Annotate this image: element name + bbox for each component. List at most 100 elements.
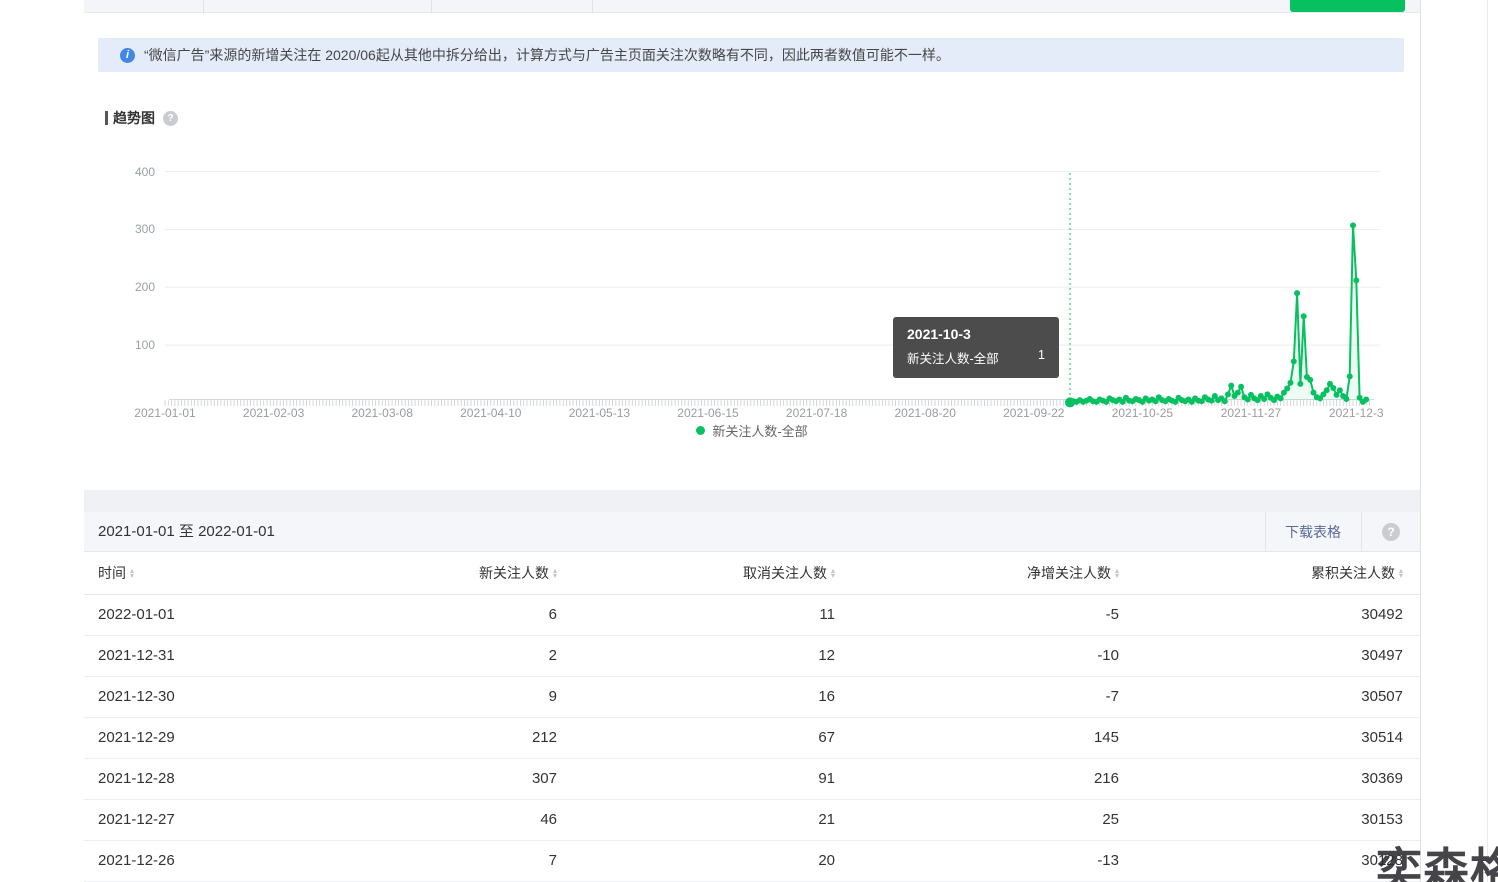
- column-sort-header[interactable]: 累积关注人数▴▾: [1311, 563, 1403, 583]
- x-axis-label: 2021-01-01: [123, 406, 207, 420]
- x-axis-label: 2021-12-30: [1318, 406, 1384, 420]
- legend-label: 新关注人数-全部: [712, 421, 807, 440]
- column-sort-header[interactable]: 时间▴▾: [98, 563, 134, 583]
- cell-value: 216: [835, 758, 1119, 799]
- cell-value: 20: [557, 840, 835, 881]
- right-panel-strip: [1420, 0, 1498, 882]
- cell-value: 30128: [1119, 840, 1420, 881]
- y-axis-label: 300: [84, 222, 155, 236]
- tooltip-series-label: 新关注人数-全部: [907, 348, 999, 367]
- cell-value: 9: [284, 676, 557, 717]
- x-axis-label: 2021-05-13: [557, 406, 641, 420]
- cell-date: 2022-01-01: [84, 594, 284, 635]
- sort-arrows-icon: ▴▾: [130, 568, 134, 578]
- table-row: 2021-12-292126714530514: [84, 717, 1420, 758]
- cell-date: 2021-12-30: [84, 676, 284, 717]
- x-axis-label: 2021-11-27: [1209, 406, 1293, 420]
- table-row: 2021-12-26720-1330128: [84, 840, 1420, 881]
- cell-value: 11: [557, 594, 835, 635]
- y-axis-label: 200: [84, 280, 155, 294]
- trend-chart-card: i “微信广告”来源的新增关注在 2020/06起从其他中拆分给出，计算方式与广…: [84, 13, 1420, 490]
- cell-value: -5: [835, 594, 1119, 635]
- cell-date: 2021-12-29: [84, 717, 284, 758]
- cell-date: 2021-12-26: [84, 840, 284, 881]
- y-axis-label: 100: [84, 338, 155, 352]
- table-row: 2021-12-283079121630369: [84, 758, 1420, 799]
- y-axis-label: 400: [84, 165, 155, 179]
- sort-arrows-icon: ▴▾: [1399, 568, 1403, 578]
- x-axis-label: 2021-10-25: [1100, 406, 1184, 420]
- cell-value: 16: [557, 676, 835, 717]
- x-axis-label: 2021-03-08: [340, 406, 424, 420]
- table-row: 2021-12-30916-730507: [84, 676, 1420, 717]
- chart-legend[interactable]: 新关注人数-全部: [84, 421, 1420, 440]
- cell-value: 30497: [1119, 635, 1420, 676]
- panel-divider: [1487, 0, 1488, 882]
- info-icon: i: [120, 48, 135, 63]
- cell-value: 12: [557, 635, 835, 676]
- x-axis-label: 2021-07-18: [775, 406, 859, 420]
- sort-arrows-icon: ▴▾: [553, 568, 557, 578]
- card-gap: [84, 490, 1420, 512]
- watermark-text: 奕森格: [1376, 834, 1498, 882]
- cell-value: -10: [835, 635, 1119, 676]
- cell-value: 307: [284, 758, 557, 799]
- cell-value: 25: [835, 799, 1119, 840]
- cell-value: 30153: [1119, 799, 1420, 840]
- cell-value: 2: [284, 635, 557, 676]
- chart-title: 趋势图: [113, 108, 155, 128]
- cell-value: 67: [557, 717, 835, 758]
- column-sort-header[interactable]: 净增关注人数▴▾: [1027, 563, 1119, 583]
- tooltip-value: 1: [1038, 348, 1045, 367]
- chart-tooltip: 2021-10-3 新关注人数-全部 1: [893, 317, 1059, 378]
- top-tab-bar: [84, 0, 1420, 13]
- cell-value: 30507: [1119, 676, 1420, 717]
- cell-date: 2021-12-27: [84, 799, 284, 840]
- trend-plot-area: 100 200 300 400 2021-01-01 2021-02-03 2021-03…: [84, 143, 1384, 433]
- cell-date: 2021-12-28: [84, 758, 284, 799]
- x-axis-label: 2021-02-03: [232, 406, 316, 420]
- cell-value: 30369: [1119, 758, 1420, 799]
- cell-value: 7: [284, 840, 557, 881]
- tooltip-date: 2021-10-3: [907, 326, 1045, 342]
- cell-value: -7: [835, 676, 1119, 717]
- x-axis-label: 2021-08-20: [883, 406, 967, 420]
- cell-value: 21: [557, 799, 835, 840]
- trend-line-chart[interactable]: [84, 143, 1384, 433]
- table-body: 2022-01-01611-5304922021-12-31212-103049…: [84, 594, 1420, 881]
- x-axis-label: 2021-09-22: [992, 406, 1076, 420]
- cell-value: 6: [284, 594, 557, 635]
- x-axis-label: 2021-04-10: [449, 406, 533, 420]
- cell-value: -13: [835, 840, 1119, 881]
- title-accent-bar: [105, 111, 108, 125]
- table-header-row: 时间▴▾ 新关注人数▴▾ 取消关注人数▴▾ 净增关注人数▴▾ 累积关注人数▴▾: [84, 552, 1420, 594]
- cell-date: 2021-12-31: [84, 635, 284, 676]
- tab-separator: [203, 0, 204, 13]
- cell-value: 91: [557, 758, 835, 799]
- date-range-label: 2021-01-01 至 2022-01-01: [98, 512, 275, 552]
- table-help-icon[interactable]: ?: [1382, 523, 1400, 541]
- cell-value: 212: [284, 717, 557, 758]
- column-sort-header[interactable]: 取消关注人数▴▾: [743, 563, 835, 583]
- analytics-page: i “微信广告”来源的新增关注在 2020/06起从其他中拆分给出，计算方式与广…: [0, 0, 1498, 882]
- toolbar-divider: [1361, 512, 1362, 552]
- cell-value: 30514: [1119, 717, 1420, 758]
- download-table-button[interactable]: 下载表格: [1265, 512, 1361, 552]
- followers-table: 时间▴▾新关注人数▴▾取消关注人数▴▾净增关注人数▴▾累积关注人数▴▾ 2022…: [84, 552, 1420, 882]
- table-row: 2021-12-31212-1030497: [84, 635, 1420, 676]
- tab-separator: [592, 0, 593, 13]
- table-row: 2022-01-01611-530492: [84, 594, 1420, 635]
- help-icon[interactable]: ?: [163, 111, 178, 126]
- cell-value: 30492: [1119, 594, 1420, 635]
- notice-banner: i “微信广告”来源的新增关注在 2020/06起从其他中拆分给出，计算方式与广…: [98, 38, 1404, 72]
- tab-separator: [431, 0, 432, 13]
- data-table-card: 2021-01-01 至 2022-01-01 下载表格 ? 时间▴▾ 新关注人数…: [84, 512, 1420, 882]
- primary-action-button[interactable]: [1290, 0, 1405, 12]
- cell-value: 46: [284, 799, 557, 840]
- table-row: 2021-12-2746212530153: [84, 799, 1420, 840]
- column-sort-header[interactable]: 新关注人数▴▾: [479, 563, 557, 583]
- sort-arrows-icon: ▴▾: [1115, 568, 1119, 578]
- cell-value: 145: [835, 717, 1119, 758]
- table-toolbar: 2021-01-01 至 2022-01-01 下载表格 ?: [84, 512, 1420, 552]
- legend-dot-icon: [696, 426, 705, 435]
